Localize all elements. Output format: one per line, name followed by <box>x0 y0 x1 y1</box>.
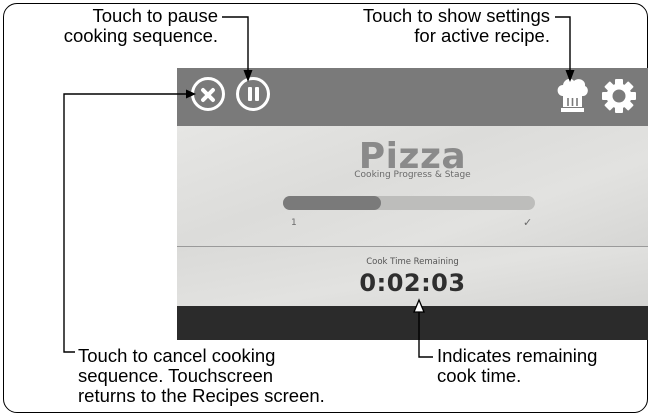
cancel-arrowhead <box>186 89 196 99</box>
remaining-arrowhead <box>413 298 425 313</box>
leader-lines <box>63 16 575 358</box>
settings-arrowhead <box>565 70 575 82</box>
remaining-leader <box>418 310 433 358</box>
pause-leader <box>222 16 249 70</box>
settings-leader <box>555 16 571 70</box>
pause-arrowhead <box>243 70 253 82</box>
cancel-leader <box>63 93 188 353</box>
